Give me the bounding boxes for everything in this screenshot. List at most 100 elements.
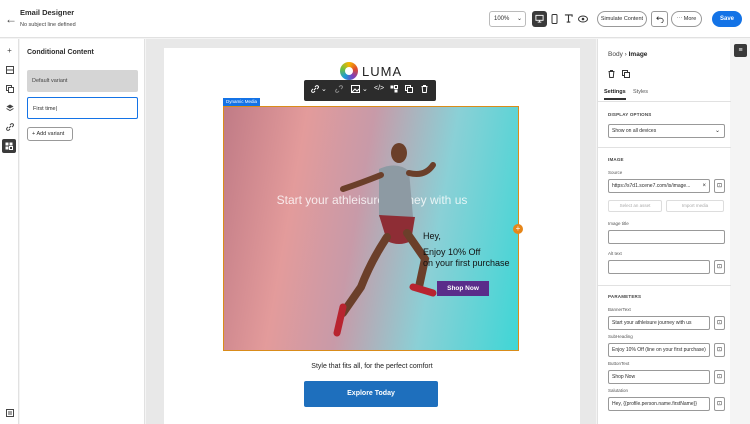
back-arrow-icon[interactable]: ← xyxy=(5,12,17,26)
image-heading: IMAGE xyxy=(608,157,624,162)
alt-text-label: Alt text xyxy=(608,251,622,256)
preview-eye-icon[interactable] xyxy=(575,11,590,27)
param-button-text-input[interactable]: Shop Now xyxy=(608,370,710,384)
variant-name-value: First time xyxy=(33,106,56,112)
unlink-icon xyxy=(335,85,343,95)
param-banner-text-input[interactable]: Start your athleisure journey with us xyxy=(608,316,710,330)
image-icon[interactable] xyxy=(351,85,360,95)
luma-logo-icon xyxy=(340,62,358,80)
app-title: Email Designer xyxy=(20,8,75,17)
tab-settings[interactable]: Settings xyxy=(604,89,626,100)
breadcrumb: Body › Image xyxy=(608,51,647,58)
crumb-separator: › xyxy=(624,51,627,58)
chevron-down-icon: ⌄ xyxy=(714,128,720,134)
code-icon[interactable]: </> xyxy=(374,85,384,92)
more-dots-icon: ⋯ xyxy=(676,16,683,22)
personalize-icon[interactable] xyxy=(390,85,398,95)
personalize-param-icon[interactable]: ⊡ xyxy=(714,397,725,411)
offer-line-2: on your first purchase xyxy=(423,258,510,268)
variant-first-time-input[interactable]: First time| xyxy=(27,97,138,119)
param-label: ButtonText xyxy=(608,361,630,366)
alt-text-input[interactable] xyxy=(608,260,710,274)
text-view-icon[interactable] xyxy=(561,11,576,27)
structure-icon[interactable] xyxy=(0,63,19,77)
parameters-heading: PARAMETERS xyxy=(608,294,642,299)
shop-now-button[interactable]: Shop Now xyxy=(437,281,489,296)
crumb-body[interactable]: Body xyxy=(608,51,623,58)
properties-toggle-icon[interactable]: ≡ xyxy=(734,44,747,57)
display-options-value: Show on all devices xyxy=(612,128,657,134)
source-value: https://s7d1.scene7.com/is/image... xyxy=(612,183,691,189)
param-subheading-input[interactable]: Enjoy 10% Off (line on your first purcha… xyxy=(608,343,710,357)
param-label: Salutation xyxy=(608,388,629,393)
tagline-text[interactable]: Style that fits all, for the perfect com… xyxy=(164,363,580,370)
runner-figure xyxy=(333,143,437,337)
explore-today-button[interactable]: Explore Today xyxy=(304,381,438,407)
simulate-content-button[interactable]: Simulate Content xyxy=(597,11,647,27)
conditional-content-icon[interactable] xyxy=(2,139,16,153)
tab-styles[interactable]: Styles xyxy=(633,89,648,95)
assets-icon[interactable] xyxy=(0,82,19,96)
offer-text: Enjoy 10% Off on your first purchase xyxy=(423,247,510,269)
divider xyxy=(598,101,731,102)
chevron-down-icon[interactable]: ⌄ xyxy=(362,85,368,93)
source-input[interactable]: https://s7d1.scene7.com/is/image... × xyxy=(608,179,710,193)
link-icon[interactable] xyxy=(311,85,319,95)
hero-image[interactable]: Start your athleisure journey with us He… xyxy=(223,106,519,351)
delete-icon[interactable] xyxy=(421,85,428,95)
conditional-content-panel: Conditional Content Default variant Firs… xyxy=(20,39,145,424)
logo-text: LUMA xyxy=(362,64,403,79)
properties-panel: Body › Image Settings Styles DISPLAY OPT… xyxy=(597,39,731,424)
plus-icon: + xyxy=(32,131,36,137)
chevron-down-icon: ⌄ xyxy=(516,16,522,22)
zoom-select[interactable]: 100% ⌄ xyxy=(489,11,526,27)
text-cursor: | xyxy=(55,106,58,112)
delete-icon[interactable] xyxy=(608,70,615,80)
duplicate-icon[interactable] xyxy=(405,85,413,95)
left-rail: + xyxy=(0,39,19,424)
clear-icon[interactable]: × xyxy=(702,180,706,192)
personalize-param-icon[interactable]: ⊡ xyxy=(714,370,725,384)
add-variant-label: Add variant xyxy=(36,131,65,137)
personalize-param-icon[interactable]: ⊡ xyxy=(714,343,725,357)
select-asset-button: Select an asset xyxy=(608,200,662,212)
display-options-select[interactable]: Show on all devices ⌄ xyxy=(608,124,725,138)
add-component-handle-icon[interactable]: + xyxy=(513,224,523,234)
zoom-value: 100% xyxy=(494,16,510,22)
greeting-text: Hey, xyxy=(423,231,441,241)
param-label: BannerText xyxy=(608,307,631,312)
offer-line-1: Enjoy 10% Off xyxy=(423,247,481,257)
param-salutation-input[interactable]: Hey, {{profile.person.name.firstName}} xyxy=(608,397,710,411)
desktop-view-icon[interactable] xyxy=(532,11,547,27)
top-bar: ← Email Designer No subject line defined… xyxy=(0,0,750,38)
personalize-source-icon[interactable]: ⊡ xyxy=(714,179,725,193)
undo-icon[interactable] xyxy=(651,11,668,27)
crumb-image: Image xyxy=(628,51,648,58)
right-rail: ≡ xyxy=(731,39,750,424)
display-options-heading: DISPLAY OPTIONS xyxy=(608,112,652,117)
add-variant-button[interactable]: + Add variant xyxy=(27,127,73,141)
divider xyxy=(598,285,731,286)
more-label: More xyxy=(683,16,697,22)
add-icon[interactable]: + xyxy=(0,44,19,58)
link-icon[interactable] xyxy=(0,120,19,134)
component-toolbar: ⌄ ⌄ </> xyxy=(304,80,436,101)
personalize-alt-icon[interactable]: ⊡ xyxy=(714,260,725,274)
image-title-input[interactable] xyxy=(608,230,725,244)
personalize-param-icon[interactable]: ⊡ xyxy=(714,316,725,330)
chevron-down-icon[interactable]: ⌄ xyxy=(321,85,327,93)
layers-icon[interactable] xyxy=(0,101,19,115)
duplicate-icon[interactable] xyxy=(622,70,630,80)
more-button[interactable]: ⋯ More xyxy=(671,11,702,27)
info-panel-icon[interactable] xyxy=(0,406,19,420)
param-label: SubHeading xyxy=(608,334,633,339)
divider xyxy=(598,147,731,148)
save-button[interactable]: Save xyxy=(712,11,742,27)
mobile-view-icon[interactable] xyxy=(547,11,562,27)
dynamic-media-tag: Dynamic Media xyxy=(223,98,261,106)
variant-default[interactable]: Default variant xyxy=(27,70,138,92)
image-title-label: Image title xyxy=(608,221,629,226)
panel-title: Conditional Content xyxy=(27,49,94,56)
import-media-button: Import media xyxy=(666,200,724,212)
source-label: Source xyxy=(608,170,623,175)
